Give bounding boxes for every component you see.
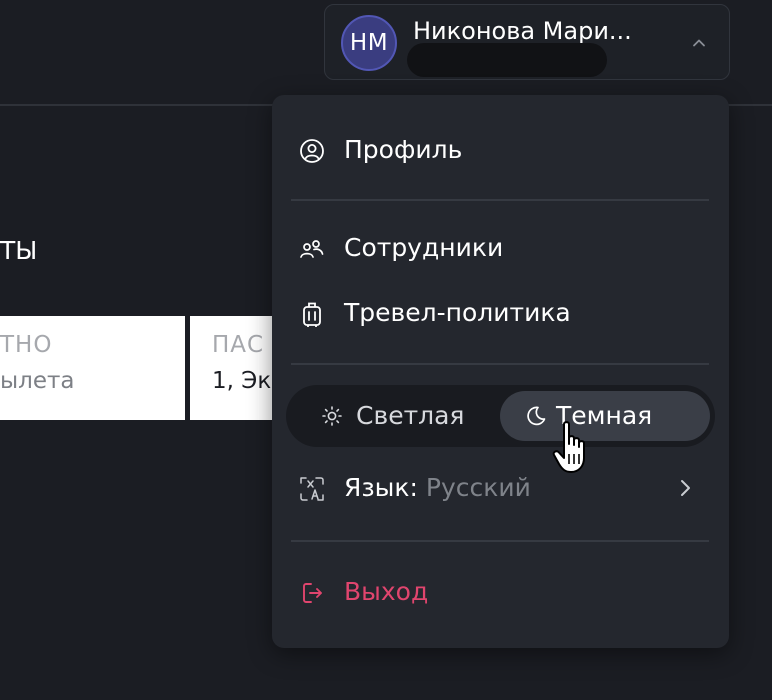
language-label: Язык: Русский	[344, 473, 531, 502]
info-card-value: 1, Эк	[212, 368, 272, 394]
menu-item-travel-policy[interactable]: Тревел-политика	[272, 288, 729, 338]
language-label-text: Язык:	[344, 473, 418, 502]
user-subtitle-redacted	[407, 43, 607, 77]
user-circle-icon	[298, 137, 326, 165]
menu-item-profile[interactable]: Профиль	[272, 125, 729, 175]
user-menu-button[interactable]: НМ Никонова Мари...	[324, 4, 730, 80]
menu-item-label: Тревел-политика	[344, 298, 571, 327]
chevron-up-icon	[693, 39, 705, 47]
menu-item-label: Профиль	[344, 135, 463, 164]
theme-toggle: Светлая Темная	[286, 385, 715, 447]
menu-item-language[interactable]: Язык: Русский	[272, 463, 729, 513]
moon-icon	[527, 406, 546, 426]
menu-item-label: Сотрудники	[344, 233, 504, 262]
menu-divider	[291, 363, 709, 365]
suitcase-icon	[298, 300, 326, 328]
avatar: НМ	[341, 15, 397, 71]
info-card-value: ылета	[0, 368, 75, 394]
page-section-title: ТЫ	[0, 236, 38, 265]
info-card: ПАС 1, Эк	[190, 316, 280, 420]
menu-item-employees[interactable]: Сотрудники	[272, 223, 729, 273]
theme-light-label: Светлая	[356, 401, 465, 430]
menu-item-label: Выход	[344, 577, 429, 606]
user-name: Никонова Мари...	[413, 17, 632, 45]
info-card-label: ТНО	[0, 332, 53, 358]
info-card-label: ПАС	[212, 332, 265, 358]
chevron-right-icon	[681, 480, 690, 496]
menu-divider	[291, 199, 709, 201]
language-value: Русский	[425, 473, 531, 502]
sun-icon	[322, 406, 342, 426]
logout-icon	[298, 579, 326, 607]
user-dropdown-menu: Профиль Сотрудники Тревел-политика Светл…	[272, 95, 729, 648]
info-card: ТНО ылета	[0, 316, 185, 420]
menu-divider	[291, 540, 709, 542]
users-icon	[298, 235, 326, 263]
theme-dark-label: Темная	[556, 401, 653, 430]
translate-icon	[298, 475, 326, 503]
menu-item-logout[interactable]: Выход	[272, 567, 729, 617]
theme-light-option[interactable]: Светлая	[296, 391, 496, 441]
theme-dark-option[interactable]: Темная	[500, 391, 710, 441]
